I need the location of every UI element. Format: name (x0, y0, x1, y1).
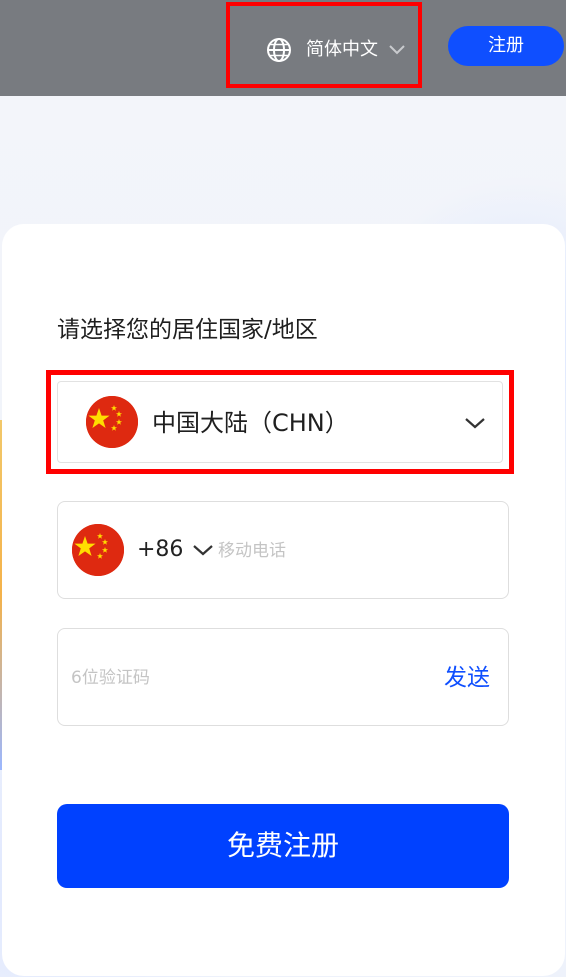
chevron-down-icon (465, 418, 485, 429)
globe-icon (267, 38, 291, 62)
register-button[interactable]: 注册 (448, 26, 564, 66)
chevron-down-icon (389, 45, 405, 55)
country-prompt: 请选择您的居住国家/地区 (57, 317, 318, 343)
language-label: 简体中文 (306, 39, 378, 60)
language-selector[interactable]: 简体中文 (226, 2, 422, 88)
china-flag-icon (86, 396, 138, 448)
country-name: 中国大陆（CHN） (152, 409, 349, 437)
free-register-button[interactable]: 免费注册 (57, 804, 509, 888)
send-code-button[interactable]: 发送 (444, 660, 490, 696)
dial-code-selector[interactable]: +86 (137, 533, 183, 567)
top-bar: 简体中文 注册 (0, 0, 566, 96)
phone-input[interactable] (218, 536, 488, 566)
china-flag-icon (72, 524, 124, 576)
chevron-down-icon[interactable] (192, 542, 214, 558)
verification-code-input[interactable] (71, 663, 391, 693)
